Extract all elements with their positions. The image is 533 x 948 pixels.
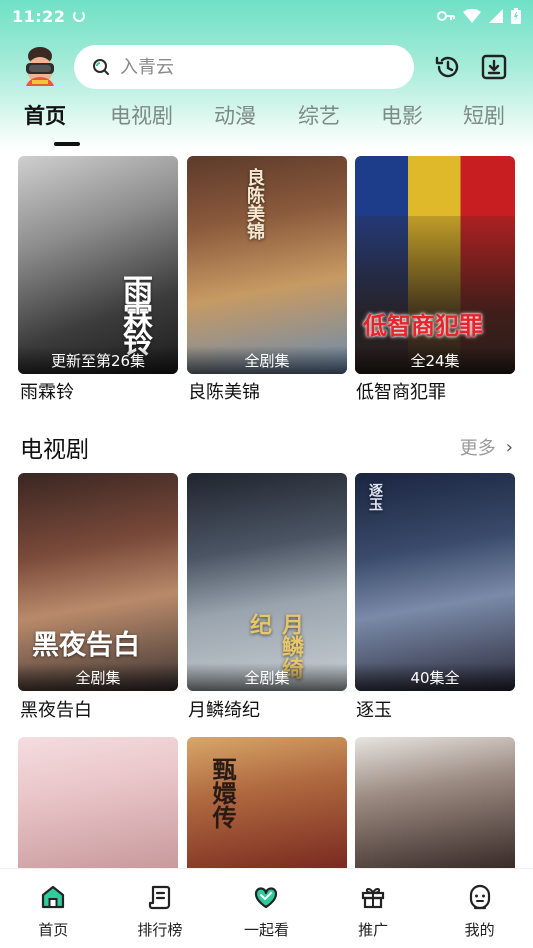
download-button[interactable] <box>478 51 510 83</box>
episode-badge: 全剧集 <box>187 346 347 374</box>
episode-badge: 40集全 <box>355 663 515 691</box>
tv-poster-3[interactable]: 逐玉 40集全 <box>355 473 515 691</box>
nav-home-label: 首页 <box>38 921 69 939</box>
top-header <box>0 42 533 92</box>
poster-art-title: 雨霖铃 <box>117 274 152 352</box>
poster-art-title: 黑夜告白 <box>32 630 140 661</box>
tab-anime[interactable]: 动漫 <box>214 100 298 146</box>
nav-watch-together-label: 一起看 <box>243 921 289 939</box>
sync-icon <box>73 10 86 22</box>
tab-home[interactable]: 首页 <box>24 100 110 146</box>
tv-poster-2[interactable]: 月鳞绮纪 全剧集 <box>187 473 347 691</box>
status-time: 11:22 <box>12 6 66 26</box>
bottom-navigation: 首页 排行榜 一起看 推广 我的 <box>0 868 533 948</box>
nav-ranking-label: 排行榜 <box>137 921 183 939</box>
poster-art-title: 低智商犯罪 <box>363 311 483 340</box>
gift-icon <box>361 887 385 909</box>
history-button[interactable] <box>432 51 464 83</box>
section-title-tv: 电视剧 <box>20 437 89 463</box>
nav-watch-together[interactable]: 一起看 <box>213 869 320 948</box>
battery-icon <box>511 8 521 24</box>
search-icon <box>93 59 109 75</box>
signal-icon <box>489 9 503 23</box>
heart-icon <box>255 887 278 909</box>
profile-icon <box>469 884 490 910</box>
search-input[interactable] <box>120 56 380 78</box>
nav-profile[interactable]: 我的 <box>426 869 533 948</box>
tv-poster-6[interactable] <box>355 737 515 868</box>
vr-avatar-icon <box>26 47 54 86</box>
featured-poster-2[interactable]: 良陈美锦 全剧集 <box>187 156 347 374</box>
wifi-icon <box>463 9 481 23</box>
tab-tv[interactable]: 电视剧 <box>110 100 214 146</box>
nav-ranking[interactable]: 排行榜 <box>107 869 214 948</box>
status-bar: 11:22 <box>0 0 533 32</box>
nav-promote[interactable]: 推广 <box>320 869 427 948</box>
show-title[interactable]: 月鳞绮纪 <box>188 696 348 722</box>
avatar[interactable] <box>20 45 60 89</box>
featured-poster-1[interactable]: 雨霖铃 更新至第26集 <box>18 156 178 374</box>
poster-art-title: 良陈美锦 <box>244 168 265 240</box>
tab-variety[interactable]: 综艺 <box>298 100 381 146</box>
nav-home[interactable]: 首页 <box>0 869 107 948</box>
nav-promote-label: 推广 <box>358 921 389 939</box>
category-tabs: 首页 电视剧 动漫 综艺 电影 短剧 <box>0 100 533 150</box>
home-icon <box>42 885 65 909</box>
show-title[interactable]: 雨霖铃 <box>20 378 180 404</box>
episode-badge: 更新至第26集 <box>18 346 178 374</box>
poster-art-title: 甄嬛传 <box>208 757 237 829</box>
history-icon <box>435 56 459 78</box>
show-title[interactable]: 良陈美锦 <box>188 378 348 404</box>
nav-profile-label: 我的 <box>464 921 495 939</box>
more-button[interactable]: 更多 › <box>460 434 513 460</box>
tv-poster-4[interactable] <box>18 737 178 868</box>
show-title[interactable]: 黑夜告白 <box>20 696 180 722</box>
poster-art-title: 逐玉 <box>367 483 383 511</box>
ranking-icon <box>148 885 170 910</box>
tab-short-drama[interactable]: 短剧 <box>463 100 523 146</box>
show-title[interactable]: 逐玉 <box>356 696 516 722</box>
download-icon <box>481 54 507 80</box>
search-bar[interactable] <box>74 45 414 89</box>
episode-badge: 全24集 <box>355 346 515 374</box>
episode-badge: 全剧集 <box>187 663 347 691</box>
more-label: 更多 <box>459 438 496 459</box>
tv-poster-5[interactable]: 甄嬛传 <box>187 737 347 868</box>
show-title[interactable]: 低智商犯罪 <box>356 378 516 404</box>
key-icon <box>437 11 455 21</box>
episode-badge: 全剧集 <box>18 663 178 691</box>
chevron-right-icon: › <box>505 436 513 458</box>
tab-movie[interactable]: 电影 <box>381 100 463 146</box>
featured-poster-3[interactable]: 低智商犯罪 全24集 <box>355 156 515 374</box>
tv-poster-1[interactable]: 黑夜告白 全剧集 <box>18 473 178 691</box>
